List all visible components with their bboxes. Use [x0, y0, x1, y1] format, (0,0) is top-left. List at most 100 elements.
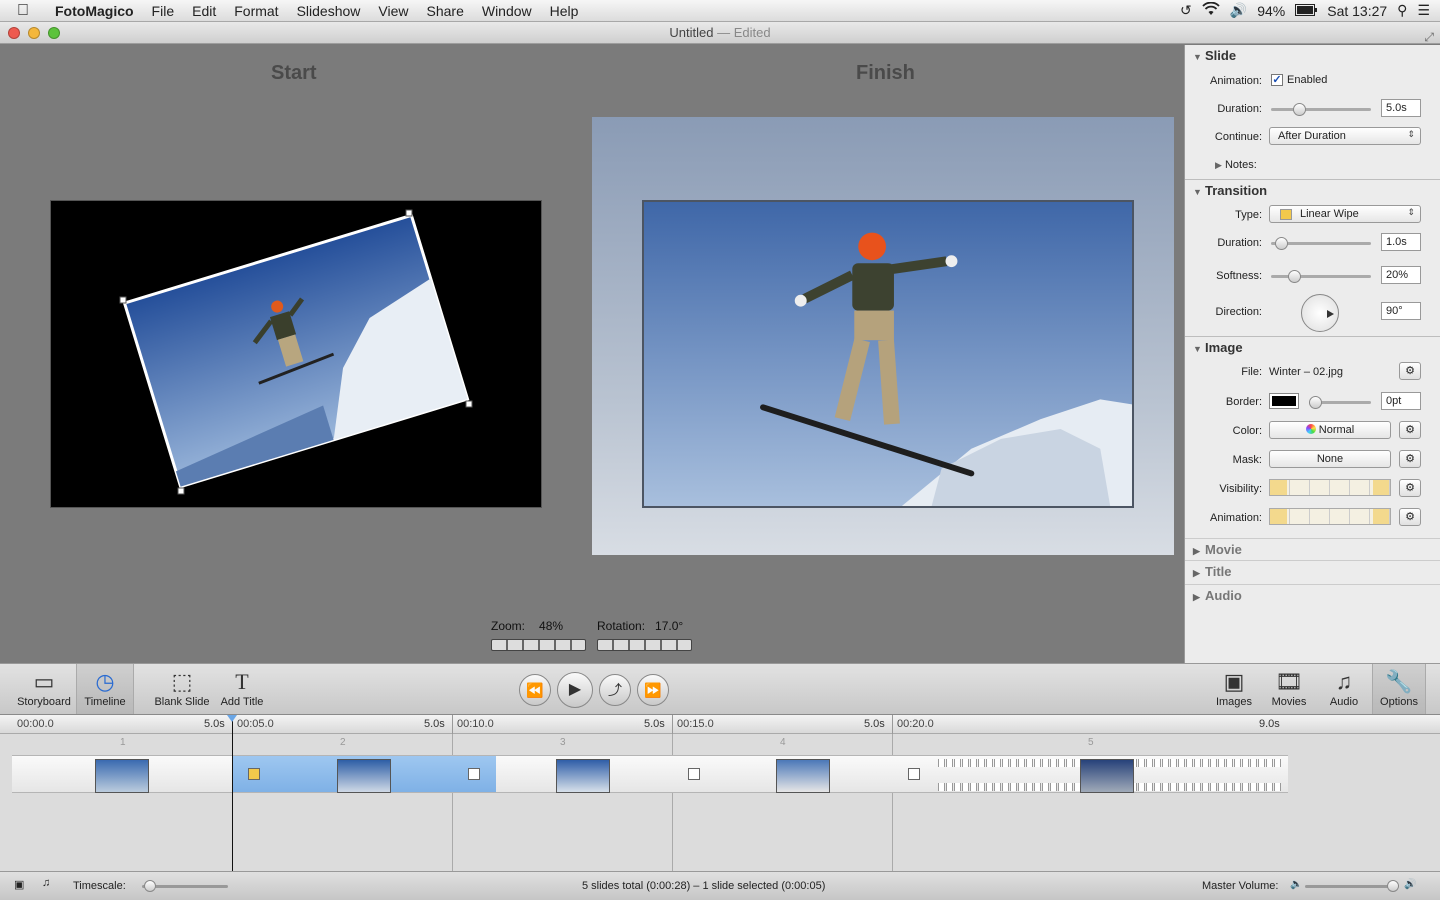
slider-knob[interactable] — [1387, 880, 1399, 892]
disclosure-closed-icon[interactable]: ▶ — [1193, 540, 1205, 562]
timeline-view[interactable]: 00:00.0 5.0s 00:05.0 5.0s 00:10.0 5.0s 0… — [0, 715, 1440, 871]
transition-marker[interactable] — [688, 768, 700, 780]
menu-edit[interactable]: Edit — [183, 0, 225, 22]
timescale-slider[interactable] — [142, 880, 228, 892]
slide-thumbnail[interactable] — [337, 759, 391, 793]
timeline-slide-3[interactable] — [496, 755, 716, 793]
audio-button[interactable]: ♫ Audio — [1320, 668, 1368, 708]
border-width-field[interactable]: 0pt — [1381, 392, 1421, 410]
menu-help[interactable]: Help — [541, 0, 588, 22]
timeline-button[interactable]: ◷ Timeline — [76, 664, 134, 714]
menu-share[interactable]: Share — [418, 0, 473, 22]
disclosure-open-icon[interactable]: ▼ — [1193, 181, 1205, 203]
playhead[interactable] — [227, 715, 237, 871]
disclosure-closed-icon[interactable]: ▶ — [1193, 562, 1205, 584]
transition-marker[interactable] — [468, 768, 480, 780]
finish-preview[interactable] — [642, 200, 1134, 508]
menu-file[interactable]: File — [143, 0, 184, 22]
animation-range-bar[interactable] — [1269, 508, 1391, 525]
timeline-slide-4[interactable] — [716, 755, 936, 793]
slider-knob[interactable] — [144, 880, 156, 892]
disclosure-open-icon[interactable]: ▼ — [1193, 338, 1205, 360]
slide-thumbnail[interactable] — [556, 759, 610, 793]
image-section-header[interactable]: ▼ Image — [1185, 336, 1440, 358]
menu-view[interactable]: View — [369, 0, 417, 22]
close-window-button[interactable] — [8, 27, 20, 39]
zoom-window-button[interactable] — [48, 27, 60, 39]
audio-section-header[interactable]: ▶ Audio — [1185, 584, 1440, 606]
disclosure-closed-icon[interactable]: ▶ — [1193, 586, 1205, 608]
animation-enabled-checkbox[interactable]: ✓ Enabled — [1271, 74, 1327, 86]
disclosure-closed-icon[interactable]: ▶ — [1215, 160, 1222, 170]
animation-gear-icon[interactable]: ⚙ — [1399, 508, 1421, 526]
spotlight-search-icon[interactable]: ⚲ — [1397, 2, 1407, 19]
storyboard-button[interactable]: ▭ Storyboard — [14, 668, 74, 708]
linear-wipe-transition-marker[interactable] — [248, 768, 260, 780]
share-preview-button[interactable]: ⤴ — [599, 674, 631, 706]
fast-forward-button[interactable]: ⏩ — [637, 674, 669, 706]
transition-marker[interactable] — [908, 768, 920, 780]
options-button[interactable]: 🔧 Options — [1372, 664, 1426, 714]
image-size-icon[interactable]: ▣ — [14, 878, 24, 891]
movies-button[interactable]: 🎞 Movies — [1265, 668, 1313, 708]
color-effect-button[interactable]: Normal — [1269, 421, 1391, 439]
menu-format[interactable]: Format — [225, 0, 287, 22]
battery-icon[interactable] — [1295, 3, 1318, 19]
wifi-icon[interactable] — [1202, 1, 1220, 19]
finish-image[interactable] — [644, 202, 1132, 506]
menu-slideshow[interactable]: Slideshow — [288, 0, 370, 22]
apple-menu-icon[interactable]:  — [0, 2, 46, 20]
timeline-slide-1[interactable] — [12, 755, 244, 793]
audio-track-icon[interactable]: ♫ — [42, 877, 50, 889]
images-button[interactable]: ▣ Images — [1210, 668, 1258, 708]
notes-disclosure[interactable]: ▶ Notes: — [1215, 159, 1257, 171]
slide-duration-field[interactable]: 5.0s — [1381, 99, 1421, 117]
time-machine-icon[interactable]: ↺ — [1180, 2, 1192, 19]
title-section-header[interactable]: ▶ Title — [1185, 560, 1440, 584]
disclosure-open-icon[interactable]: ▼ — [1193, 46, 1205, 68]
visibility-gear-icon[interactable]: ⚙ — [1399, 479, 1421, 497]
menu-window[interactable]: Window — [473, 0, 541, 22]
slider-knob[interactable] — [1275, 237, 1288, 250]
direction-dial[interactable] — [1301, 294, 1339, 332]
volume-icon[interactable]: 🔊 — [1230, 2, 1247, 19]
master-volume-slider[interactable] — [1305, 880, 1399, 892]
slider-knob[interactable] — [1309, 396, 1322, 409]
timeline-ruler[interactable]: 00:00.0 5.0s 00:05.0 5.0s 00:10.0 5.0s 0… — [0, 715, 1440, 734]
notification-center-icon[interactable]: ☰ — [1417, 2, 1430, 19]
play-button[interactable]: ▶ — [557, 672, 593, 708]
slide-duration-slider[interactable] — [1271, 103, 1371, 116]
checkmark-icon[interactable]: ✓ — [1271, 74, 1283, 86]
slide-thumbnail[interactable] — [95, 759, 149, 793]
transition-duration-field[interactable]: 1.0s — [1381, 233, 1421, 251]
add-title-button[interactable]: T Add Title — [216, 668, 268, 708]
timeline-slide-2-selected[interactable] — [232, 755, 496, 793]
zoom-jog-wheel[interactable] — [491, 639, 586, 651]
menu-app-name[interactable]: FotoMagico — [46, 0, 143, 22]
transition-softness-field[interactable]: 20% — [1381, 266, 1421, 284]
transition-duration-slider[interactable] — [1271, 237, 1371, 250]
border-width-slider[interactable] — [1309, 396, 1371, 409]
rotation-jog-wheel[interactable] — [597, 639, 692, 651]
start-preview[interactable] — [50, 200, 542, 508]
rewind-button[interactable]: ⏪ — [519, 674, 551, 706]
transition-softness-slider[interactable] — [1271, 270, 1371, 283]
transition-direction-field[interactable]: 90° — [1381, 302, 1421, 320]
blank-slide-button[interactable]: ⬚ Blank Slide — [152, 668, 212, 708]
transition-type-popup[interactable]: Linear Wipe ⇕ — [1269, 205, 1421, 223]
timeline-slide-5-movie[interactable] — [936, 755, 1288, 793]
continue-popup[interactable]: After Duration ⇕ — [1269, 127, 1421, 145]
border-color-swatch[interactable] — [1269, 393, 1299, 409]
mask-button[interactable]: None — [1269, 450, 1391, 468]
transition-section-header[interactable]: ▼ Transition — [1185, 179, 1440, 201]
color-gear-icon[interactable]: ⚙ — [1399, 421, 1421, 439]
movie-section-header[interactable]: ▶ Movie — [1185, 538, 1440, 560]
minimize-window-button[interactable] — [28, 27, 40, 39]
mask-gear-icon[interactable]: ⚙ — [1399, 450, 1421, 468]
file-gear-icon[interactable]: ⚙ — [1399, 362, 1421, 380]
menu-clock[interactable]: Sat 13:27 — [1327, 3, 1387, 19]
slider-knob[interactable] — [1288, 270, 1301, 283]
movie-thumbnail[interactable] — [1080, 759, 1134, 793]
start-rotated-image[interactable] — [51, 201, 542, 508]
slider-knob[interactable] — [1293, 103, 1306, 116]
